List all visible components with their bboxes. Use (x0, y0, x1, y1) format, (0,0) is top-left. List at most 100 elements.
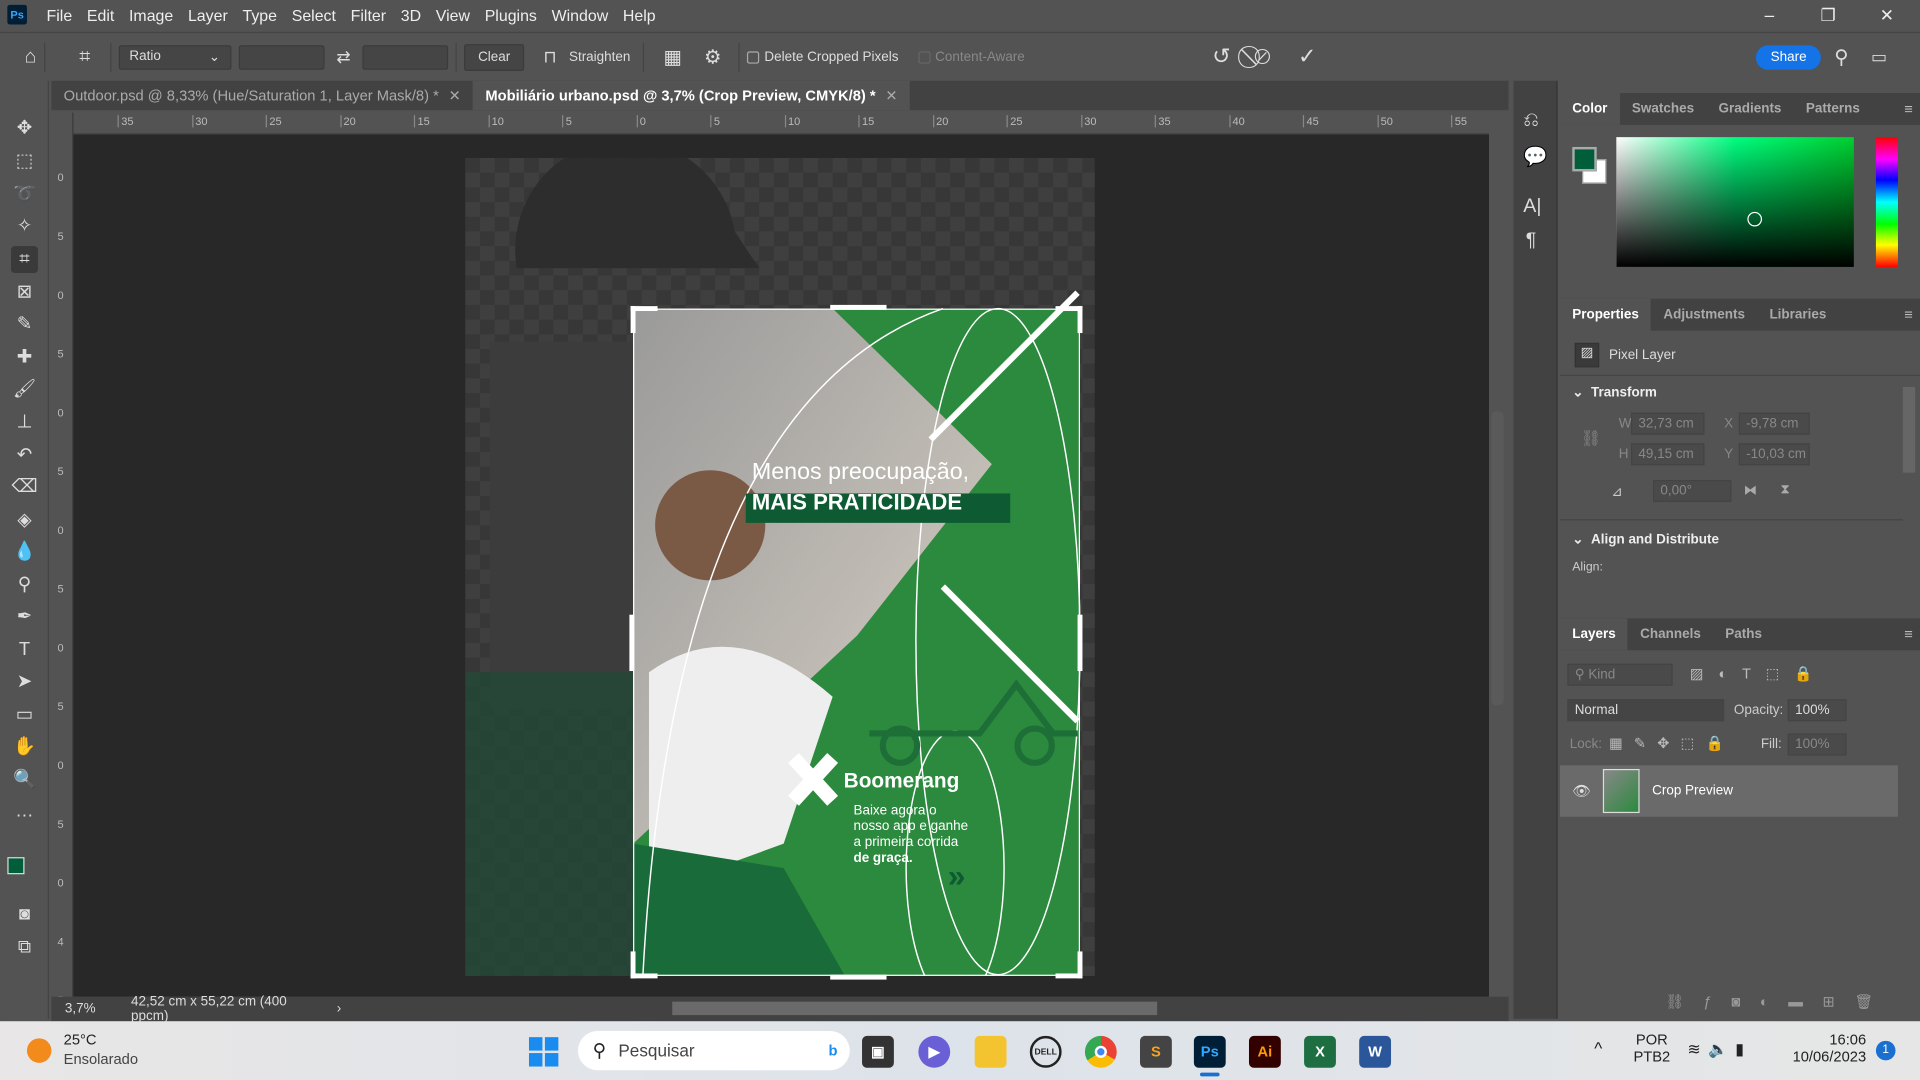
teams-chat-icon[interactable]: ▶ (918, 1035, 951, 1068)
magic-wand-icon[interactable]: ✧ (11, 213, 38, 240)
close-window-button[interactable]: ✕ (1859, 0, 1915, 29)
layer-actions[interactable]: ⛓ƒ◙◐▬⊞🗑 (1665, 993, 1892, 1010)
reset-icon[interactable]: ↺ (1212, 44, 1230, 70)
panel-menu-icon[interactable]: ≡ (1904, 306, 1913, 323)
crop-handle-br[interactable] (1055, 951, 1083, 979)
tab-swatches[interactable]: Swatches (1620, 93, 1707, 125)
cancel-icon[interactable]: ⃠⊘ (1254, 44, 1271, 70)
menu-edit[interactable]: Edit (80, 6, 122, 24)
crop-handle-bottom[interactable] (830, 974, 887, 980)
search-icon[interactable]: ⚲ (1834, 45, 1848, 69)
tab-outdoor[interactable]: Outdoor.psd @ 8,33% (Hue/Saturation 1, L… (51, 81, 473, 110)
history-icon[interactable]: ⎌ (1523, 110, 1539, 132)
hand-icon[interactable]: ✋ (11, 733, 38, 760)
screen-mode-icon[interactable]: ⧉ (11, 934, 38, 961)
windows-start-icon[interactable] (528, 1037, 559, 1067)
crop-handle-bl[interactable] (630, 951, 658, 979)
move-tool-icon[interactable]: ✥ (11, 115, 38, 142)
opacity-field[interactable]: 100% (1787, 699, 1847, 722)
delete-cropped-checkbox[interactable] (747, 50, 760, 64)
crop-handle-tl[interactable] (630, 306, 658, 334)
align-section[interactable]: ⌄ Align and Distribute (1572, 531, 1719, 548)
overlay-options-icon[interactable]: ▦ (663, 45, 682, 69)
tab-gradients[interactable]: Gradients (1706, 93, 1793, 125)
menu-image[interactable]: Image (122, 6, 181, 24)
path-select-icon[interactable]: ➤ (11, 669, 38, 696)
share-button[interactable]: Share (1755, 44, 1822, 70)
weather-icon[interactable] (26, 1038, 52, 1063)
blend-mode-select[interactable]: Normal (1567, 699, 1725, 722)
more-tools-icon[interactable]: … (11, 798, 38, 825)
panel-menu-icon[interactable]: ≡ (1904, 100, 1913, 117)
width-field[interactable]: 32,73 cm (1631, 412, 1705, 435)
ratio-height-input[interactable] (362, 44, 449, 70)
gear-icon[interactable]: ⚙ (704, 45, 722, 69)
bing-icon[interactable]: b (829, 1042, 838, 1059)
clock[interactable]: 16:06 10/06/2023 (1788, 1031, 1867, 1065)
crop-tool-preset-icon[interactable]: ⌗ (79, 46, 90, 68)
history-brush-icon[interactable]: ↶ (11, 442, 38, 469)
weather-text[interactable]: Ensolarado (64, 1051, 138, 1068)
paragraph-icon[interactable]: ¶ (1526, 230, 1537, 252)
layer-filter-icons[interactable]: ▨◐T⬚🔒 (1690, 665, 1827, 682)
crop-handle-right[interactable] (1077, 614, 1083, 672)
vertical-scrollbar[interactable] (1491, 411, 1504, 706)
taskbar-search[interactable]: ⚲ Pesquisar b (577, 1031, 850, 1071)
panel-menu-icon[interactable]: ≡ (1904, 626, 1913, 643)
quick-mask-icon[interactable]: ◙ (11, 901, 38, 928)
lock-icons[interactable]: ▦✎✥⬚🔒 (1609, 735, 1735, 752)
notification-badge[interactable]: 1 (1875, 1040, 1896, 1061)
tab-properties[interactable]: Properties (1560, 298, 1652, 331)
tab-color[interactable]: Color (1560, 93, 1620, 125)
workspace-icon[interactable]: ▭ (1871, 47, 1887, 68)
tab-adjustments[interactable]: Adjustments (1651, 299, 1757, 331)
character-icon[interactable]: A| (1523, 196, 1541, 218)
restore-button[interactable]: ❐ (1800, 0, 1856, 29)
eyedropper-icon[interactable]: ✎ (11, 311, 38, 338)
menu-view[interactable]: View (428, 6, 477, 24)
dodge-icon[interactable]: ⚲ (11, 572, 38, 599)
chevron-up-icon[interactable]: ^ (1594, 1038, 1602, 1058)
marquee-tool-icon[interactable]: ⬚ (11, 148, 38, 175)
type-tool-icon[interactable]: T (11, 637, 38, 664)
tab-mobiliario[interactable]: Mobiliário urbano.psd @ 3,7% (Crop Previ… (473, 80, 910, 111)
paint-bucket-icon[interactable]: ◈ (11, 507, 38, 534)
excel-icon[interactable]: X (1304, 1035, 1336, 1068)
hue-slider[interactable] (1875, 137, 1898, 267)
eraser-icon[interactable]: ⌫ (11, 474, 38, 501)
task-view-icon[interactable]: ▣ (862, 1035, 894, 1068)
word-icon[interactable]: W (1359, 1035, 1392, 1068)
close-tab-icon[interactable]: ✕ (885, 87, 897, 104)
swap-icon[interactable]: ⇄ (336, 47, 350, 68)
layer-kind-filter[interactable]: ⚲ Kind (1567, 663, 1673, 686)
sublime-icon[interactable]: S (1140, 1035, 1172, 1068)
crop-tool-icon[interactable]: ⌗ (11, 246, 38, 274)
healing-brush-icon[interactable]: ✚ (11, 344, 38, 371)
home-icon[interactable]: ⌂ (24, 46, 36, 68)
menu-help[interactable]: Help (616, 6, 663, 24)
horizontal-scrollbar[interactable] (672, 1001, 1158, 1016)
content-aware-checkbox[interactable] (918, 50, 931, 64)
clear-button[interactable]: Clear (464, 43, 524, 71)
menu-layer[interactable]: Layer (181, 6, 236, 24)
tab-paths[interactable]: Paths (1713, 618, 1774, 650)
menu-select[interactable]: Select (284, 6, 343, 24)
x-field[interactable]: -9,78 cm (1738, 412, 1810, 435)
dell-icon[interactable]: DELL (1029, 1035, 1062, 1068)
properties-scrollbar[interactable] (1902, 386, 1916, 473)
blur-icon[interactable]: 💧 (11, 539, 38, 566)
lasso-tool-icon[interactable]: ➰ (11, 181, 38, 208)
illustrator-icon[interactable]: Ai (1248, 1035, 1281, 1068)
foreground-swatch[interactable] (1572, 146, 1597, 172)
transform-section[interactable]: ⌄ Transform (1572, 384, 1657, 401)
y-field[interactable]: -10,03 cm (1738, 443, 1810, 466)
straighten-button[interactable]: Straighten (569, 50, 630, 65)
angle-field[interactable]: 0,00° (1653, 480, 1732, 503)
layer-row[interactable]: 👁 Crop Preview (1560, 765, 1898, 817)
link-icon[interactable]: ⛓ (1581, 429, 1601, 449)
zoom-icon[interactable]: 🔍 (11, 767, 38, 794)
visibility-eye-icon[interactable]: 👁 (1572, 782, 1591, 799)
chrome-icon[interactable] (1084, 1035, 1117, 1068)
crop-handle-left[interactable] (629, 614, 635, 672)
status-menu-arrow[interactable]: › (337, 1002, 341, 1017)
